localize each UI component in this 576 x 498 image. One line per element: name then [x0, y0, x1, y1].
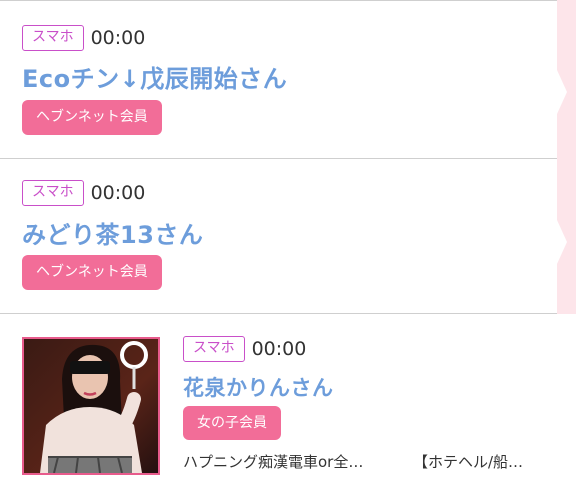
visit-time: 00:00: [251, 338, 307, 360]
side-rail: [557, 0, 576, 314]
visitor-list: スマホ 00:00 Ecoチン↓戊辰開始さん ヘブンネット会員 スマホ 00:0…: [0, 0, 576, 498]
visitor-name[interactable]: みどり茶13さん: [22, 215, 203, 250]
visitor-entry[interactable]: スマホ 00:00 みどり茶13さん ヘブンネット会員: [0, 158, 557, 314]
description-course: ハプニング痴漢電車or全…: [183, 453, 364, 471]
device-badge: スマホ: [183, 336, 245, 362]
visit-time: 00:00: [90, 182, 146, 204]
member-type-badge: ヘブンネット会員: [22, 100, 162, 135]
visit-time: 00:00: [90, 27, 146, 49]
entry-meta: スマホ 00:00: [183, 336, 306, 362]
profile-photo[interactable]: [22, 337, 160, 475]
rail-notch: [557, 70, 567, 114]
rail-notch: [557, 220, 567, 264]
device-badge: スマホ: [22, 180, 84, 206]
entry-meta: スマホ 00:00: [22, 25, 145, 51]
visitor-name[interactable]: Ecoチン↓戊辰開始さん: [22, 59, 287, 94]
entry-description: ハプニング痴漢電車or全… 【ホテヘル/船…: [183, 451, 563, 472]
visitor-entry[interactable]: スマホ 00:00 花泉かりんさん 女の子会員 ハプニング痴漢電車or全… 【ホ…: [0, 314, 576, 498]
description-shop: 【ホテヘル/船…: [413, 453, 524, 471]
profile-photo-image: [24, 339, 158, 473]
member-type-badge: 女の子会員: [183, 406, 281, 440]
visitor-entry[interactable]: スマホ 00:00 Ecoチン↓戊辰開始さん ヘブンネット会員: [0, 0, 557, 159]
device-badge: スマホ: [22, 25, 84, 51]
entry-meta: スマホ 00:00: [22, 180, 145, 206]
visitor-name[interactable]: 花泉かりんさん: [183, 372, 334, 402]
member-type-badge: ヘブンネット会員: [22, 255, 162, 290]
